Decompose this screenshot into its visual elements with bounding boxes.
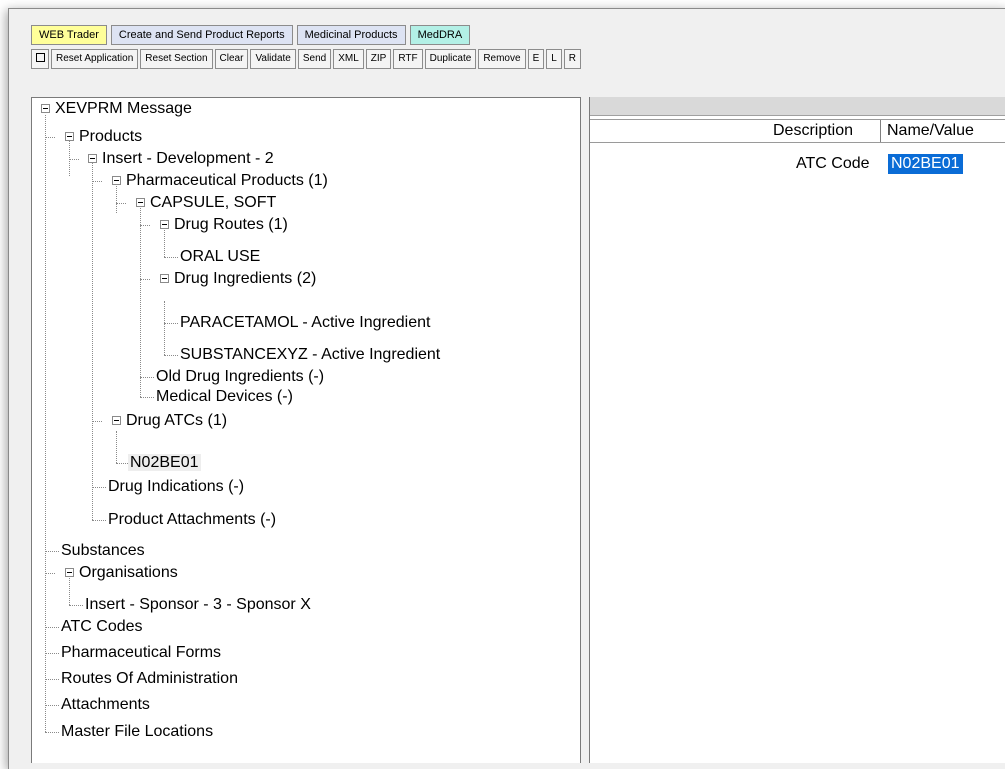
r-button[interactable]: R bbox=[563, 49, 582, 69]
tree-node-insert-development[interactable]: Insert - Development - 2 bbox=[100, 148, 276, 170]
collapse-icon[interactable] bbox=[65, 568, 74, 577]
xml-button[interactable]: XML bbox=[333, 49, 364, 69]
tree-node-drug-ingredients[interactable]: Drug Ingredients (2) bbox=[172, 268, 318, 290]
e-button[interactable]: E bbox=[527, 49, 545, 69]
reset-application-button[interactable]: Reset Application bbox=[51, 49, 139, 69]
duplicate-button[interactable]: Duplicate bbox=[424, 49, 477, 69]
collapse-icon[interactable] bbox=[112, 416, 121, 425]
validate-button[interactable]: Validate bbox=[250, 49, 296, 69]
tree-node-pharmaceutical-products[interactable]: Pharmaceutical Products (1) bbox=[124, 170, 330, 192]
collapse-icon[interactable] bbox=[112, 176, 121, 185]
property-description: ATC Code bbox=[796, 155, 870, 172]
zip-button[interactable]: ZIP bbox=[365, 49, 392, 69]
description-column-header[interactable]: Description bbox=[773, 120, 853, 142]
send-button[interactable]: Send bbox=[297, 49, 332, 69]
collapse-icon[interactable] bbox=[160, 220, 169, 229]
tree-node-product-attachments[interactable]: Product Attachments (-) bbox=[106, 509, 278, 531]
collapse-icon[interactable] bbox=[88, 154, 97, 163]
collapse-icon[interactable] bbox=[160, 274, 169, 283]
remove-button[interactable]: Remove bbox=[478, 49, 526, 69]
tree-panel[interactable]: XEVPRM Message Products Insert - Develop… bbox=[31, 97, 581, 763]
l-button[interactable]: L bbox=[546, 49, 562, 69]
property-row[interactable]: ATC Code N02BE01 bbox=[590, 153, 1005, 175]
tree-node-oral-use[interactable]: ORAL USE bbox=[178, 246, 262, 268]
tree-node-atc-codes[interactable]: ATC Codes bbox=[59, 616, 145, 638]
tree-node-substancexyz[interactable]: SUBSTANCEXYZ - Active Ingredient bbox=[178, 344, 442, 366]
property-value[interactable]: N02BE01 bbox=[888, 154, 963, 174]
rtf-button[interactable]: RTF bbox=[393, 49, 423, 69]
tree-node-medical-devices[interactable]: Medical Devices (-) bbox=[154, 386, 295, 408]
collapse-icon[interactable] bbox=[136, 198, 145, 207]
tree-node-drug-atcs[interactable]: Drug ATCs (1) bbox=[124, 410, 229, 432]
properties-header: Description Name/Value bbox=[590, 119, 1005, 143]
main-tabs: WEB Trader Create and Send Product Repor… bbox=[31, 25, 474, 45]
application-window: WEB Trader Create and Send Product Repor… bbox=[8, 8, 1005, 769]
tree-node-products[interactable]: Products bbox=[77, 126, 144, 148]
tree-node-n02be01[interactable]: N02BE01 bbox=[128, 452, 201, 474]
toolbar: Reset Application Reset Section Clear Va… bbox=[31, 49, 583, 69]
tree-node-drug-indications[interactable]: Drug Indications (-) bbox=[106, 476, 246, 498]
clear-button[interactable]: Clear bbox=[214, 49, 249, 69]
collapse-icon[interactable] bbox=[41, 104, 50, 113]
tree-node-insert-sponsor[interactable]: Insert - Sponsor - 3 - Sponsor X bbox=[83, 594, 313, 616]
tab-meddra[interactable]: MedDRA bbox=[409, 25, 471, 45]
name-value-column-header[interactable]: Name/Value bbox=[887, 120, 974, 142]
tree-node-substances[interactable]: Substances bbox=[59, 540, 147, 562]
collapse-icon[interactable] bbox=[65, 132, 74, 141]
tree-node-organisations[interactable]: Organisations bbox=[77, 562, 180, 584]
tree-node-pharmaceutical-forms[interactable]: Pharmaceutical Forms bbox=[59, 642, 223, 664]
tree-node-drug-routes[interactable]: Drug Routes (1) bbox=[172, 214, 290, 236]
tree-node-capsule-soft[interactable]: CAPSULE, SOFT bbox=[148, 192, 278, 214]
properties-panel-topbar bbox=[590, 97, 1005, 116]
tab-medicinal-products[interactable]: Medicinal Products bbox=[296, 25, 406, 45]
tree-node-old-drug-ingredients[interactable]: Old Drug Ingredients (-) bbox=[154, 366, 326, 388]
reset-section-button[interactable]: Reset Section bbox=[140, 49, 213, 69]
tab-create-send-reports[interactable]: Create and Send Product Reports bbox=[110, 25, 293, 45]
tree-node-attachments[interactable]: Attachments bbox=[59, 694, 152, 716]
square-icon[interactable] bbox=[31, 49, 49, 69]
tree-node-root[interactable]: XEVPRM Message bbox=[53, 98, 194, 120]
tree-node-master-file-locations[interactable]: Master File Locations bbox=[59, 721, 215, 743]
properties-panel: Description Name/Value ATC Code N02BE01 bbox=[589, 97, 1005, 763]
tree-node-routes-of-administration[interactable]: Routes Of Administration bbox=[59, 668, 240, 690]
tab-web-trader[interactable]: WEB Trader bbox=[31, 25, 107, 45]
tree-node-paracetamol[interactable]: PARACETAMOL - Active Ingredient bbox=[178, 312, 432, 334]
